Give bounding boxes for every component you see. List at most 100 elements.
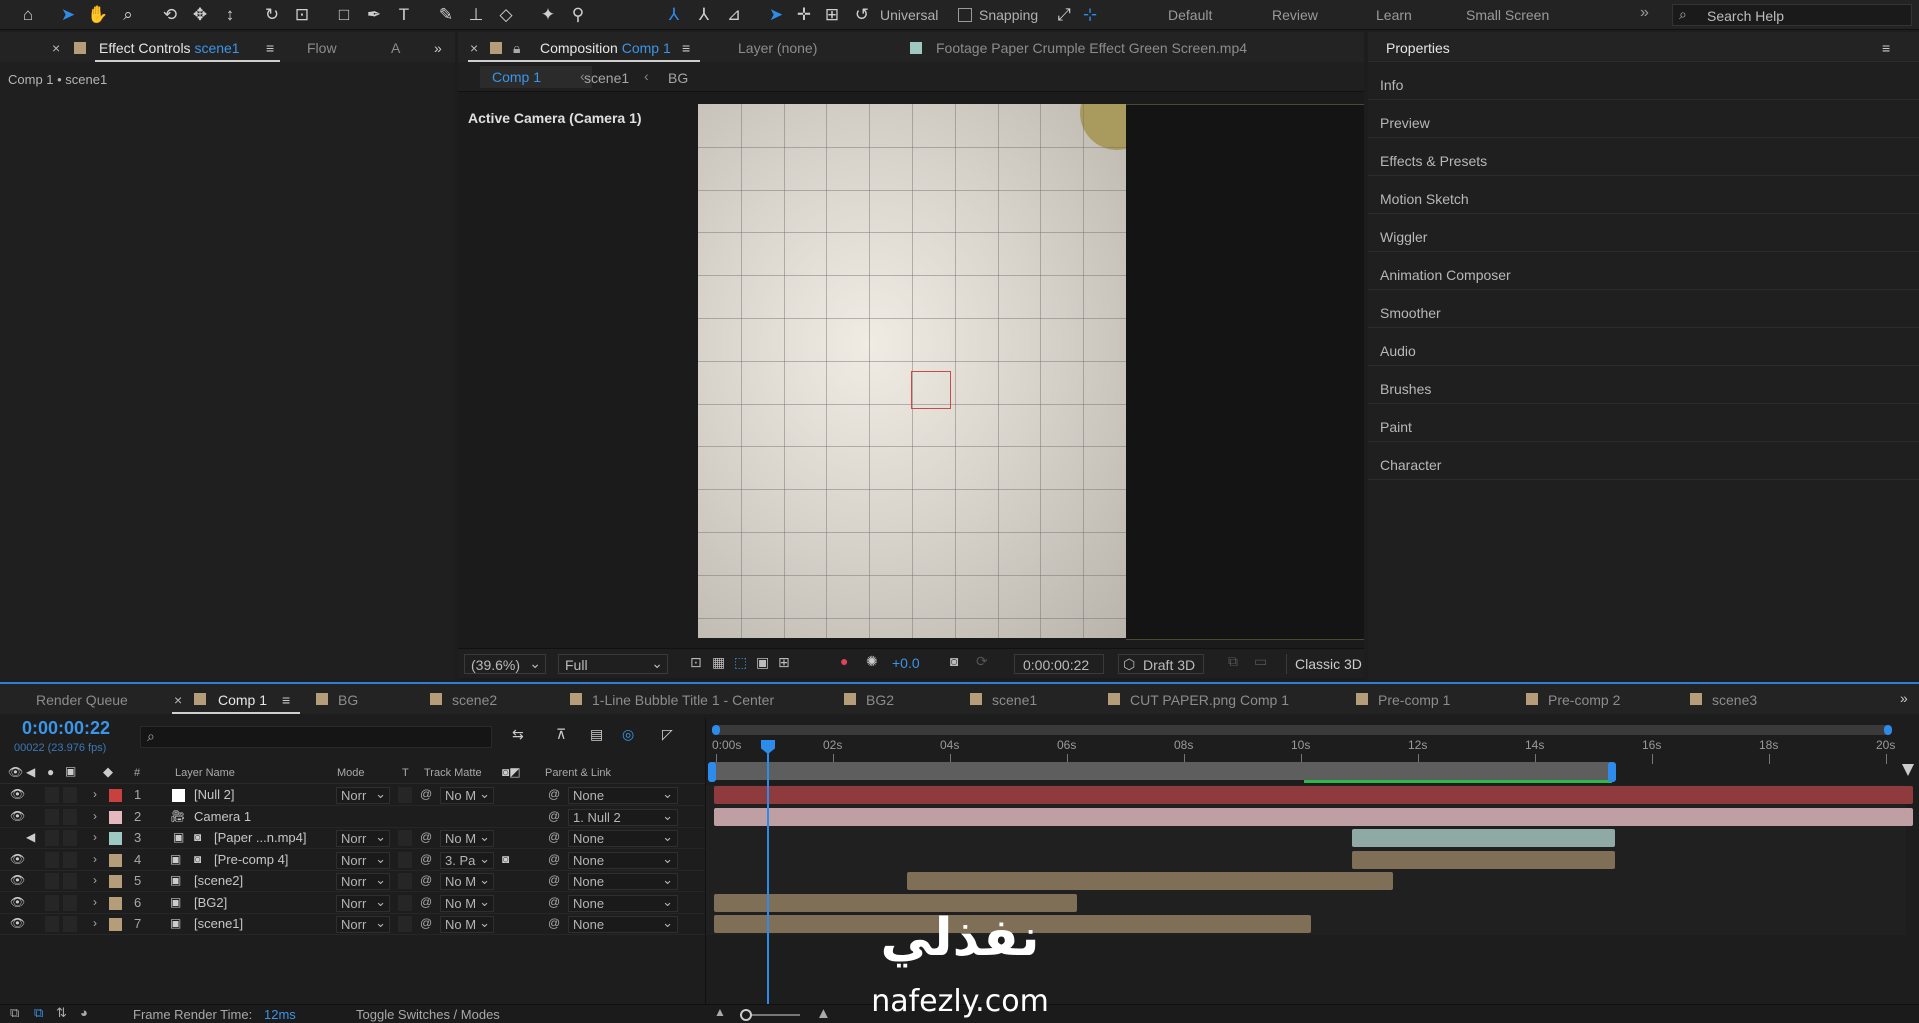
- lock-switch[interactable]: [63, 808, 77, 825]
- track-matte-dropdown[interactable]: No M ⌄: [440, 787, 494, 804]
- parent-pickwhip-icon[interactable]: @: [548, 852, 560, 866]
- layer-search-input[interactable]: ⌕: [140, 726, 492, 748]
- properties-item-brushes[interactable]: Brushes: [1368, 374, 1919, 404]
- time-ruler[interactable]: 0:00s 02s 04s 06s 08s 10s 12s 14s 16s 18s 20s: [706, 734, 1906, 764]
- guides-icon[interactable]: ⊞: [778, 654, 790, 671]
- solo-switch[interactable]: [45, 894, 59, 911]
- layer-name[interactable]: [scene1]: [194, 916, 243, 931]
- column-layer-name[interactable]: Layer Name: [175, 767, 235, 779]
- workspace-default[interactable]: Default: [1168, 7, 1212, 23]
- tab-layer[interactable]: Layer (none): [738, 40, 817, 56]
- puppet-pin-icon[interactable]: ⚲: [566, 3, 590, 27]
- parent-pickwhip-icon[interactable]: @: [548, 873, 560, 887]
- composition-menu-icon[interactable]: ≡: [682, 40, 690, 56]
- layer-row[interactable]: 👁︎ › 7 ▣ [scene1] Norr ⌄ @ No M ⌄ @ None ⌄: [0, 914, 705, 935]
- layer-row[interactable]: 👁︎ › 2 🎥︎ Camera 1 @1. Null 2 ⌄: [0, 807, 705, 828]
- layer-row[interactable]: 👁︎ › 1 [Null 2] Norr ⌄ @ No M ⌄ @ None ⌄: [0, 785, 705, 806]
- zoom-in-icon[interactable]: ▲: [816, 1005, 831, 1022]
- tab-effect-controls[interactable]: Effect Controls scene1: [99, 40, 240, 56]
- zoom-out-icon[interactable]: ▲: [714, 1005, 726, 1019]
- pan-tool-icon[interactable]: ✥: [188, 3, 212, 27]
- parent-pickwhip-icon[interactable]: @: [548, 809, 560, 823]
- snapping-checkbox[interactable]: [958, 8, 972, 22]
- layer-label-swatch[interactable]: [109, 789, 122, 802]
- scale-icon[interactable]: ⊞: [820, 3, 844, 27]
- solo-switch[interactable]: [45, 830, 59, 846]
- rotate-tool-icon[interactable]: ↻: [260, 3, 284, 27]
- properties-item-smoother[interactable]: Smoother: [1368, 298, 1919, 328]
- zoom-dropdown[interactable]: (39.6%) ⌄: [464, 654, 546, 674]
- layer-name[interactable]: [Null 2]: [194, 787, 234, 802]
- lock-switch[interactable]: [63, 830, 77, 846]
- layer-duration-bar[interactable]: [714, 807, 1914, 826]
- playhead-line[interactable]: [767, 740, 769, 1008]
- audio-icon[interactable]: ◀: [26, 830, 35, 844]
- expand-chevron-icon[interactable]: ›: [93, 916, 97, 930]
- layer-name[interactable]: Camera 1: [194, 809, 251, 824]
- hand-tool-icon[interactable]: ✋: [86, 3, 110, 27]
- lock-column-icon[interactable]: ▣: [65, 764, 76, 778]
- timeline-tab-pre-comp-1[interactable]: Pre-comp 1: [1378, 692, 1450, 708]
- track-matte-dropdown[interactable]: No M ⌄: [440, 894, 494, 912]
- parent-dropdown[interactable]: None ⌄: [568, 787, 678, 804]
- matte-pickwhip-icon[interactable]: @: [420, 916, 432, 930]
- tab-flow[interactable]: Flow: [307, 40, 337, 56]
- workspace-learn[interactable]: Learn: [1376, 7, 1412, 23]
- parent-pickwhip-icon[interactable]: @: [548, 916, 560, 930]
- lock-icon[interactable]: 🔒︎: [513, 40, 520, 57]
- visibility-eye-icon[interactable]: 👁︎: [10, 852, 25, 866]
- matte-inverted-icon[interactable]: ◙: [502, 852, 509, 866]
- visibility-eye-icon[interactable]: 👁︎: [10, 787, 25, 801]
- zoom-tool-icon[interactable]: ⌕: [116, 3, 140, 27]
- current-time[interactable]: 0:00:00:22: [22, 718, 110, 739]
- layer-label-swatch[interactable]: [109, 875, 122, 888]
- layer-duration-bar[interactable]: [714, 786, 1914, 804]
- workspace-review[interactable]: Review: [1272, 7, 1318, 23]
- tab-footage[interactable]: Footage Paper Crumple Effect Green Scree…: [936, 40, 1247, 56]
- lock-switch[interactable]: [63, 916, 77, 932]
- label-column-icon[interactable]: ◆: [103, 764, 113, 780]
- layer-label-swatch[interactable]: [109, 810, 122, 824]
- region-of-interest-icon[interactable]: ⊡: [690, 654, 702, 671]
- brush-tool-icon[interactable]: ✎: [434, 3, 458, 27]
- matte-pickwhip-icon[interactable]: @: [420, 787, 432, 801]
- snapshot-icon[interactable]: ◙: [950, 653, 958, 669]
- timeline-tab-cut-paper-png-comp-1[interactable]: CUT PAPER.png Comp 1: [1130, 692, 1289, 708]
- preserve-transparency-switch[interactable]: [398, 830, 412, 846]
- solo-switch[interactable]: [45, 851, 59, 868]
- exposure-value[interactable]: +0.0: [892, 655, 920, 671]
- motion-blur-icon[interactable]: ◎: [622, 726, 634, 743]
- render-icon[interactable]: ⧉: [10, 1005, 19, 1021]
- solo-switch[interactable]: [45, 916, 59, 932]
- lock-switch[interactable]: [63, 787, 77, 803]
- mode-dropdown[interactable]: Norr ⌄: [336, 830, 390, 847]
- timeline-tab-1-line-bubble-title-1-center[interactable]: 1-Line Bubble Title 1 - Center: [592, 692, 774, 708]
- preserve-transparency-switch[interactable]: [398, 916, 412, 932]
- crumb-comp1[interactable]: Comp 1 ‹: [480, 66, 592, 88]
- timeline-tab-scene2[interactable]: scene2: [452, 692, 497, 708]
- expand-chevron-icon[interactable]: ›: [93, 852, 97, 866]
- properties-item-motion-sketch[interactable]: Motion Sketch: [1368, 184, 1919, 214]
- toggle-switches-modes[interactable]: Toggle Switches / Modes: [356, 1007, 500, 1022]
- selection-arrow-icon[interactable]: ➤: [764, 3, 788, 27]
- visibility-eye-icon[interactable]: 👁︎: [10, 895, 25, 909]
- parent-pickwhip-icon[interactable]: @: [548, 895, 560, 909]
- mode-dropdown[interactable]: Norr ⌄: [336, 894, 390, 912]
- expand-chevron-icon[interactable]: ›: [93, 809, 97, 823]
- visibility-eye-icon[interactable]: 👁︎: [10, 916, 25, 930]
- universal-label[interactable]: Universal: [880, 7, 938, 23]
- zoom-slider[interactable]: [740, 1009, 800, 1021]
- local-axis-icon[interactable]: ⅄: [662, 3, 686, 27]
- properties-item-paint[interactable]: Paint: [1368, 412, 1919, 442]
- mode-dropdown[interactable]: Norr ⌄: [336, 873, 390, 890]
- move-icon[interactable]: ✛: [792, 3, 816, 27]
- color-channel-icon[interactable]: ●: [840, 653, 848, 669]
- track-matte-dropdown[interactable]: No M ⌄: [440, 916, 494, 933]
- properties-item-wiggler[interactable]: Wiggler: [1368, 222, 1919, 252]
- orbit-tool-icon[interactable]: ⟲: [158, 3, 182, 27]
- properties-item-character[interactable]: Character: [1368, 450, 1919, 480]
- lock-switch[interactable]: [63, 851, 77, 868]
- crumb-scene1[interactable]: scene1: [584, 70, 629, 86]
- viewer-timecode[interactable]: 0:00:00:22: [1014, 654, 1104, 674]
- timeline-tab-bg2[interactable]: BG2: [866, 692, 894, 708]
